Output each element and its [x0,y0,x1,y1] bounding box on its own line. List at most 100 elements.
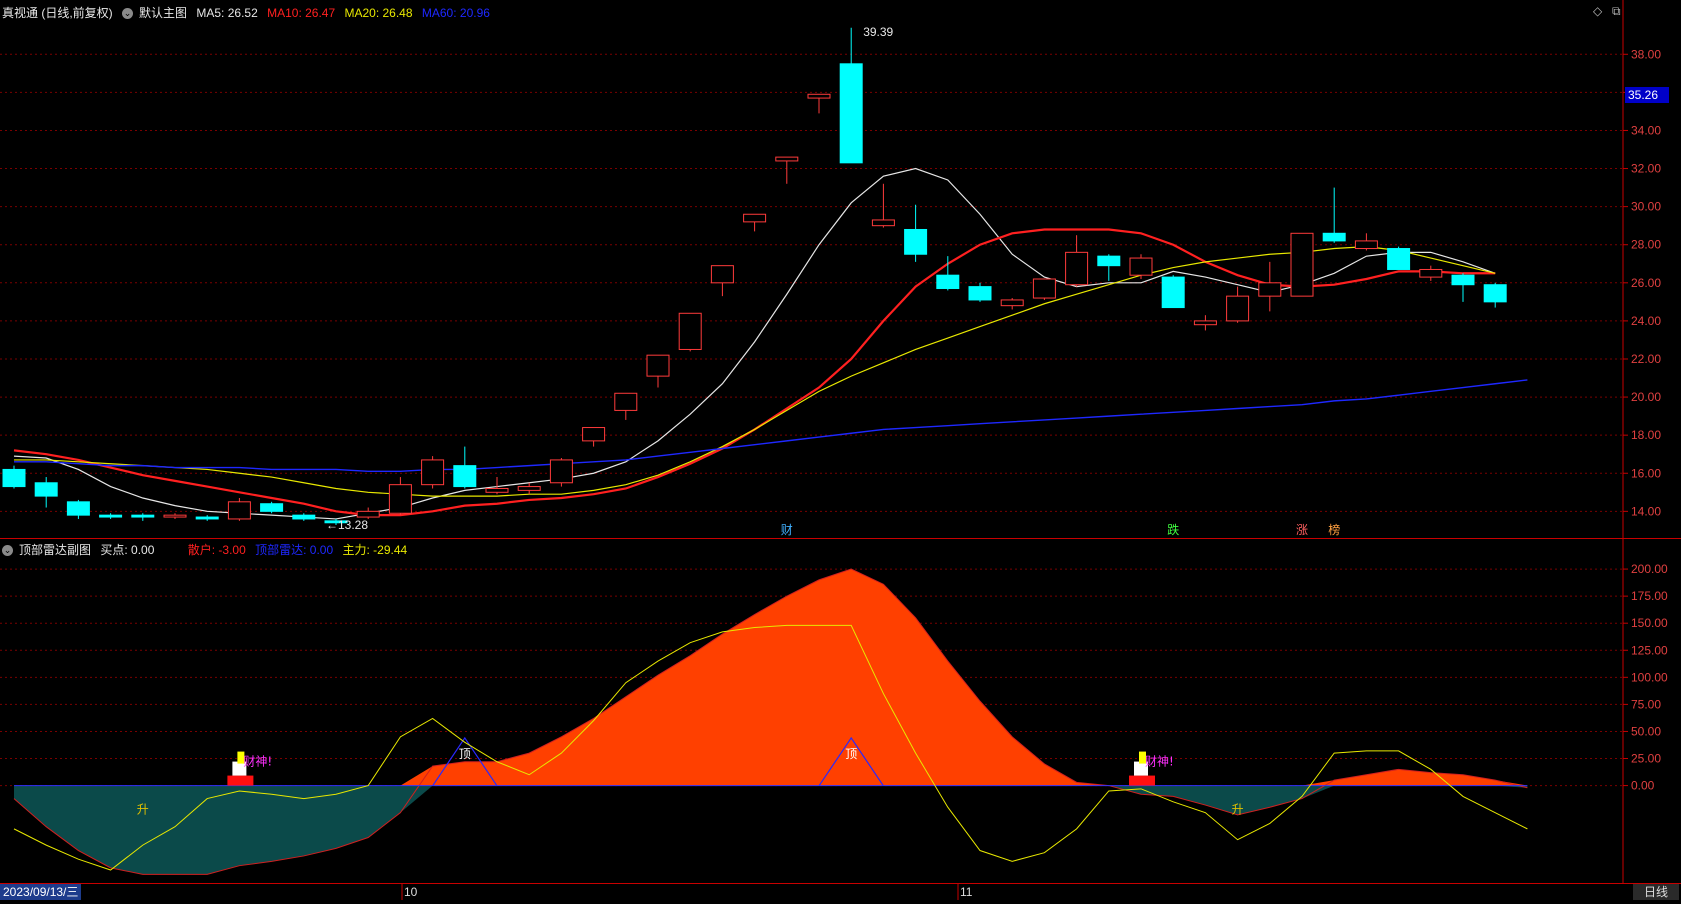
candle-body [421,459,445,486]
main-y-tick-label: 32.00 [1631,162,1661,176]
candle [936,256,960,291]
candle-body [356,510,380,518]
sub-y-tick-label: 125.00 [1631,643,1668,657]
candle-body [1161,276,1185,309]
candle-body [388,484,412,514]
high-price-label: 39.39 [863,25,893,39]
sub-y-tick-label: 0.00 [1631,779,1655,793]
main-y-tick-label: 28.00 [1631,238,1661,252]
candle-body [2,468,26,488]
signal-marker: 涨 [1296,522,1308,537]
candle [388,477,412,516]
period-button[interactable]: 日线 [1633,884,1679,900]
main-y-tick-label: 14.00 [1631,504,1661,518]
candle-body [1000,299,1024,307]
diamond-icon[interactable]: ◇ [1593,4,1602,18]
candle-body [227,501,251,520]
main-y-tick-label: 16.00 [1631,466,1661,480]
main-y-tick-label: 26.00 [1631,276,1661,290]
candle-body [1419,268,1443,278]
candle-body [1129,257,1153,276]
candle [743,213,767,232]
candle-body [614,392,638,411]
candle [1387,246,1411,270]
candle-body [1193,320,1217,326]
buy-point-value: 买点: 0.00 [100,543,155,557]
candle [871,183,895,228]
candle [614,392,638,420]
sub-y-tick-label: 100.00 [1631,670,1668,684]
ma20-value: MA20: 26.48 [344,6,413,20]
main-y-tick-label: 22.00 [1631,352,1661,366]
candle [1258,261,1282,312]
buy-signal-marker: 财神! [1129,751,1174,786]
candle [99,513,123,519]
candle [34,477,58,508]
candle [1097,254,1121,281]
candle-body [1387,248,1411,270]
sub-y-tick-label: 150.00 [1631,616,1668,630]
main-y-tick-label: 20.00 [1631,390,1661,404]
main-y-tick-label: 34.00 [1631,123,1661,137]
ma-line-ma60 [14,379,1528,473]
up-signal-label: 升 [1232,802,1244,816]
candle-body [743,213,767,223]
candle-body [1258,282,1282,297]
candle [678,312,702,352]
candle-body [646,354,670,377]
candle [1419,265,1443,281]
retail-value: 散户: -3.00 [187,543,246,557]
candle [807,93,831,114]
candle [1065,235,1089,287]
candle [131,513,155,521]
candle-body [710,265,734,284]
top-radar-label: 顶 [845,747,857,761]
chevron-down-icon[interactable]: ⌄ [122,8,134,20]
chevron-down-icon[interactable]: ⌄ [2,545,13,557]
candle [839,27,863,164]
sub-y-tick-label: 175.00 [1631,589,1668,603]
candle-body [1451,274,1475,286]
candle [2,465,26,489]
candle [646,354,670,388]
candle [710,265,734,297]
candle-body [1226,295,1250,322]
candle-body [1354,240,1378,250]
main-y-tick-label: 18.00 [1631,428,1661,442]
sub-chart-header: ⌄ 顶部雷达副图 买点: 0.00 散户: -3.00 顶部雷达: 0.00 主力… [2,541,413,558]
candle-body [936,274,960,290]
candle [1290,232,1314,297]
main-force-value: 主力: -29.44 [342,543,408,557]
current-price-tag: 35.26 [1625,87,1669,103]
candle [549,458,573,487]
main-y-tick-label: 24.00 [1631,314,1661,328]
candle-body [99,514,123,518]
candle-body [1483,284,1507,303]
main-y-tick-label: 30.00 [1631,200,1661,214]
candle-body [549,459,573,484]
candle-body [131,514,155,518]
candle [66,499,90,519]
candle-body [839,63,863,164]
candle-body [517,486,541,491]
chart-stage[interactable]: 14.00 16.00 18.00 20.00 22.00 24.00 26.00 28.00… [0,0,1681,901]
candle [1129,254,1153,279]
top-radar-value: 顶部雷达: 0.00 [255,543,334,557]
candle [517,482,541,495]
candle [968,282,992,302]
chart-canvas: 14.00 16.00 18.00 20.00 22.00 24.00 26.00 28.00… [0,0,1681,900]
candle-body [871,219,895,227]
month-label-11: 11 [960,885,973,899]
template-label[interactable]: 默认主图 [139,6,187,20]
signal-marker: 财 [781,523,793,537]
candle-body [1065,251,1089,286]
main-chart-header: 真视通 (日线,前复权) ⌄ 默认主图 MA5: 26.52 MA10: 26.4… [2,4,496,21]
candle-body [1032,278,1056,299]
restore-window-icon[interactable]: ⧉ [1612,4,1621,19]
candle-body [485,487,509,493]
candle-body [66,501,90,516]
candle [453,446,477,489]
sub-chart-title[interactable]: 顶部雷达副图 [19,543,91,557]
low-price-label: ←13.28 [326,518,368,532]
ma5-value: MA5: 26.52 [196,6,258,20]
